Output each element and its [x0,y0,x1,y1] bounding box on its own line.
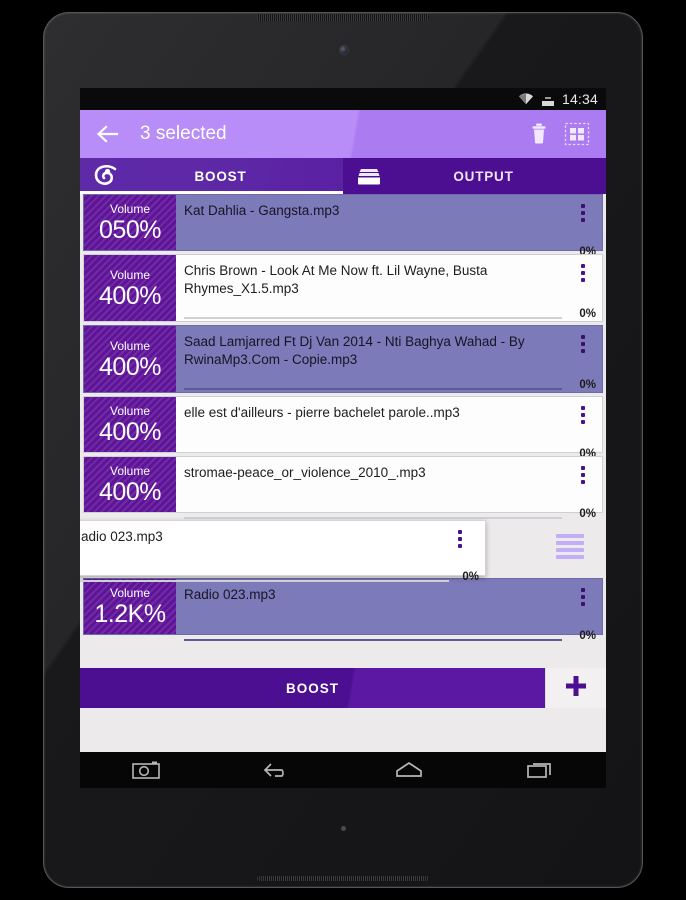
nav-home-icon[interactable] [343,759,475,781]
volume-label: Volume [109,586,151,600]
volume-label: Volume [109,267,151,282]
volume-badge[interactable]: Volume 050% [84,195,176,250]
boost-button[interactable]: BOOST [80,668,545,708]
more-vertical-icon[interactable] [581,466,586,484]
file-name: Kat Dahlia - Gangsta.mp3 [184,203,340,218]
row-body: adio 023.mp3 0% [80,521,485,584]
more-vertical-icon[interactable] [458,530,463,548]
app-bar: 3 selected [80,110,606,158]
add-button[interactable] [545,668,606,708]
tab-bar: BOOST OUTPUT [80,158,606,194]
progress-bar [80,580,449,582]
volume-label: Volume [109,338,151,353]
progress-label: 0% [579,630,596,642]
row-body: stromae-peace_or_violence_2010_.mp3 0% [176,457,602,521]
more-vertical-icon[interactable] [581,588,586,606]
table-row[interactable]: Volume 400% Saad Lamjarred Ft Dj Van 201… [83,325,603,393]
progress-bar [184,639,562,641]
front-camera [340,46,348,54]
volume-value: 400% [99,281,161,310]
file-name: Chris Brown - Look At Me Now ft. Lil Way… [184,263,488,296]
volume-badge[interactable]: Volume 1.2K% [84,579,176,634]
volume-badge[interactable]: Volume 400% [84,255,176,321]
grid-select-icon[interactable] [558,115,596,153]
volume-value: 050% [99,216,161,244]
progress-label: 0% [579,508,596,520]
volume-label: Volume [109,464,151,478]
nav-recents-icon[interactable] [475,759,607,781]
bottom-sensor-dot [341,826,346,831]
camera-icon[interactable] [80,759,212,781]
more-vertical-icon[interactable] [581,204,586,222]
top-speaker-grille [257,14,429,21]
tab-boost-label: BOOST [194,168,247,184]
row-body: Chris Brown - Look At Me Now ft. Lil Way… [176,255,602,321]
volume-badge[interactable]: Volume 400% [84,397,176,452]
battery-icon [541,94,555,106]
back-arrow-icon[interactable] [90,117,124,151]
progress-label: 0% [579,308,596,320]
bottom-action-bar: BOOST [80,668,606,708]
volume-badge[interactable]: Volume 400% [84,457,176,512]
more-vertical-icon[interactable] [581,406,586,424]
progress-label: 0% [462,571,479,583]
volume-badge[interactable]: Volume 400% [84,326,176,392]
more-vertical-icon[interactable] [581,264,586,282]
table-row[interactable]: Volume 400% elle est d'ailleurs - pierre… [83,396,603,460]
android-nav-bar [80,752,606,788]
drag-handle-icon[interactable] [556,534,584,559]
bottom-speaker-grille [257,876,429,881]
more-vertical-icon[interactable] [581,335,586,353]
progress-label: 0% [579,379,596,391]
progress-bar [184,388,562,390]
wifi-icon [518,93,534,105]
row-body: Radio 023.mp3 0% [176,579,602,643]
table-row[interactable]: Volume 1.2K% Radio 023.mp3 0% [83,578,603,642]
row-body: Kat Dahlia - Gangsta.mp3 0% [176,195,602,259]
volume-value: 400% [99,418,161,446]
status-bar: 14:34 [80,88,606,110]
volume-label: Volume [109,202,151,216]
volume-label: Volume [109,404,151,418]
volume-value: 400% [99,478,161,506]
tab-output[interactable]: OUTPUT [343,158,606,194]
boost-swirl-icon [80,165,132,187]
file-name: adio 023.mp3 [81,529,163,544]
row-body: Saad Lamjarred Ft Dj Van 2014 - Nti Bagh… [176,326,602,392]
tab-output-label: OUTPUT [453,168,514,184]
dragging-list-item[interactable]: adio 023.mp3 0% [80,520,486,583]
file-name: stromae-peace_or_violence_2010_.mp3 [184,465,426,480]
file-name: Radio 023.mp3 [184,587,276,602]
table-row[interactable]: Volume 050% Kat Dahlia - Gangsta.mp3 0% [83,194,603,258]
table-row[interactable]: Volume 400% stromae-peace_or_violence_20… [83,456,603,520]
row-body: elle est d'ailleurs - pierre bachelet pa… [176,397,602,461]
status-clock: 14:34 [561,91,598,107]
progress-bar [184,317,562,319]
file-name: elle est d'ailleurs - pierre bachelet pa… [184,405,460,420]
trash-icon[interactable] [520,115,558,153]
boost-file-list[interactable]: Volume 050% Kat Dahlia - Gangsta.mp3 0% … [80,194,606,708]
tab-boost[interactable]: BOOST [80,158,343,194]
volume-value: 400% [99,352,161,381]
file-name: Saad Lamjarred Ft Dj Van 2014 - Nti Bagh… [184,334,525,367]
page-title: 3 selected [140,123,227,144]
volume-value: 1.2K% [94,600,166,628]
progress-bar [184,517,562,519]
table-row[interactable]: Volume 400% Chris Brown - Look At Me Now… [83,254,603,322]
device-screen: 14:34 3 selected BOOST OUTPUT Volume 050… [80,88,606,788]
output-drawer-icon [343,165,395,187]
plus-icon [562,672,590,705]
nav-back-icon[interactable] [212,759,344,781]
tablet-device: 14:34 3 selected BOOST OUTPUT Volume 050… [0,0,686,900]
